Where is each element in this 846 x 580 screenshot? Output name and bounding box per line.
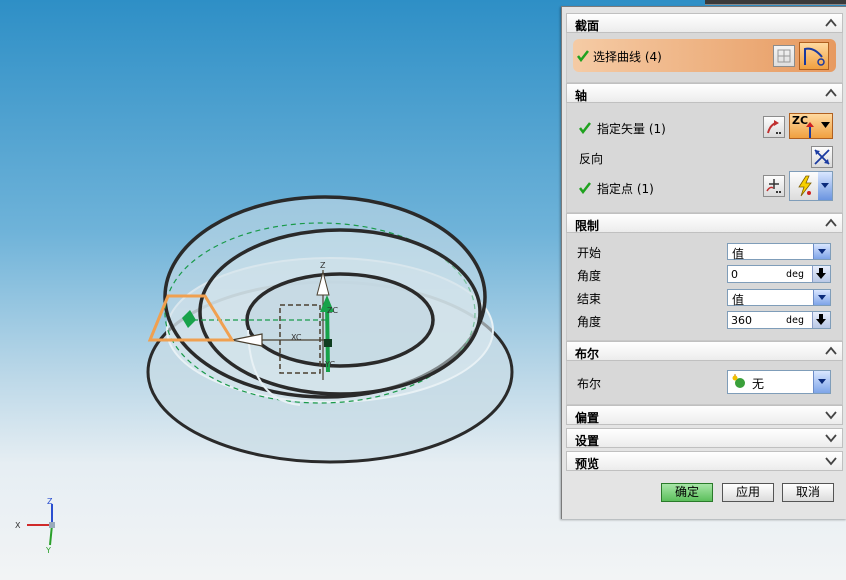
start-angle-value: 0 [731, 268, 738, 281]
reverse-label: 反向 [579, 152, 604, 166]
end-limit-value: 值 [732, 293, 745, 307]
sketch-section-icon[interactable] [773, 45, 795, 67]
start-limit-arrow[interactable] [813, 244, 830, 259]
boolean-select[interactable]: 无 [727, 370, 831, 394]
chevron-down-icon [818, 249, 826, 254]
end-angle-label: 角度 [577, 315, 602, 329]
start-angle-label: 角度 [577, 269, 602, 283]
point-type-dropdown[interactable] [789, 171, 833, 201]
specify-vector-label: 指定矢量 (1) [597, 122, 666, 136]
limits-title: 限制 [575, 219, 600, 233]
cancel-button[interactable]: 取消 [782, 483, 834, 502]
z-axis-label: Z [320, 261, 326, 270]
chevron-down-icon [821, 183, 829, 188]
boolean-label: 布尔 [577, 377, 602, 391]
triad-y-label: Y [45, 546, 51, 555]
axis-title: 轴 [575, 89, 588, 103]
down-arrow-icon [816, 314, 826, 325]
check-icon [577, 50, 589, 62]
apply-button[interactable]: 应用 [722, 483, 774, 502]
section-header-boolean[interactable]: 布尔 [566, 341, 843, 361]
preview-title: 预览 [575, 457, 600, 471]
chevron-down-icon [818, 295, 826, 300]
start-limit-value: 值 [732, 247, 745, 261]
start-label: 开始 [577, 246, 602, 260]
revolve-dialog: 截面 选择曲线 (4) 轴 指定矢量 (1) ZC 反向 指定点 (1) 限制 … [561, 6, 846, 519]
chevron-up-icon[interactable] [824, 216, 838, 230]
zc-arrow-icon [806, 122, 814, 138]
point-type-arrow[interactable] [818, 172, 832, 200]
chevron-down-icon[interactable] [821, 122, 830, 128]
end-label: 结束 [577, 292, 602, 306]
start-limit-select[interactable]: 值 [727, 243, 831, 261]
boolean-title: 布尔 [575, 347, 600, 361]
ok-button[interactable]: 确定 [661, 483, 713, 502]
limits-body: 开始 值 角度 0 deg 结束 值 角度 360 deg [566, 233, 843, 341]
triad-z-label: Z [47, 497, 53, 506]
chevron-down-icon[interactable] [824, 408, 838, 422]
down-arrow-icon [816, 268, 826, 279]
point-dialog-icon[interactable] [763, 175, 785, 197]
check-icon [579, 182, 591, 194]
end-angle-unit: deg [786, 315, 805, 326]
yc-axis-label: YC [324, 360, 335, 369]
section-body: 选择曲线 (4) [566, 33, 843, 83]
dialog-title-strip [705, 0, 846, 5]
offset-title: 偏置 [575, 411, 600, 425]
inferred-point-icon [798, 175, 812, 197]
vector-type-dropdown[interactable]: ZC [789, 113, 833, 139]
curve-select-icon[interactable] [799, 42, 829, 70]
chevron-down-icon [818, 379, 826, 384]
section-title: 截面 [575, 19, 600, 33]
start-angle-unit: deg [786, 269, 805, 280]
boolean-arrow[interactable] [813, 371, 830, 393]
section-header-settings[interactable]: 设置 [566, 428, 843, 448]
section-header-section[interactable]: 截面 [566, 13, 843, 33]
chevron-up-icon[interactable] [824, 16, 838, 30]
triad-x-label: X [15, 521, 21, 530]
zc-axis-label: ZC [327, 306, 338, 315]
end-limit-select[interactable]: 值 [727, 289, 831, 307]
end-angle-menu-button[interactable] [812, 312, 830, 328]
section-header-limits[interactable]: 限制 [566, 213, 843, 233]
start-angle-menu-button[interactable] [812, 266, 830, 282]
end-limit-arrow[interactable] [813, 290, 830, 305]
section-header-preview[interactable]: 预览 [566, 451, 843, 471]
boolean-none-icon [732, 374, 745, 388]
section-header-axis[interactable]: 轴 [566, 83, 843, 103]
view-triad: Z X Y [15, 497, 55, 555]
end-angle-input[interactable]: 360 deg [727, 311, 831, 329]
axis-body: 指定矢量 (1) ZC 反向 指定点 (1) [566, 103, 843, 213]
boolean-body: 布尔 无 [566, 361, 843, 405]
settings-title: 设置 [575, 434, 600, 448]
chevron-up-icon[interactable] [824, 86, 838, 100]
select-curve-label: 选择曲线 (4) [593, 50, 662, 64]
revolve-model[interactable]: Z ZC XC YC Z X Y [0, 0, 560, 580]
reverse-direction-button[interactable] [811, 146, 833, 168]
start-angle-input[interactable]: 0 deg [727, 265, 831, 283]
check-icon [579, 122, 591, 134]
xc-axis-label: XC [291, 333, 302, 342]
boolean-value: 无 [752, 377, 765, 391]
specify-point-label: 指定点 (1) [597, 182, 654, 196]
select-curve-row[interactable]: 选择曲线 (4) [573, 39, 836, 72]
chevron-up-icon[interactable] [824, 344, 838, 358]
chevron-down-icon[interactable] [824, 454, 838, 468]
chevron-down-icon[interactable] [824, 431, 838, 445]
vector-dialog-icon[interactable] [763, 116, 785, 138]
section-header-offset[interactable]: 偏置 [566, 405, 843, 425]
end-angle-value: 360 [731, 314, 752, 327]
